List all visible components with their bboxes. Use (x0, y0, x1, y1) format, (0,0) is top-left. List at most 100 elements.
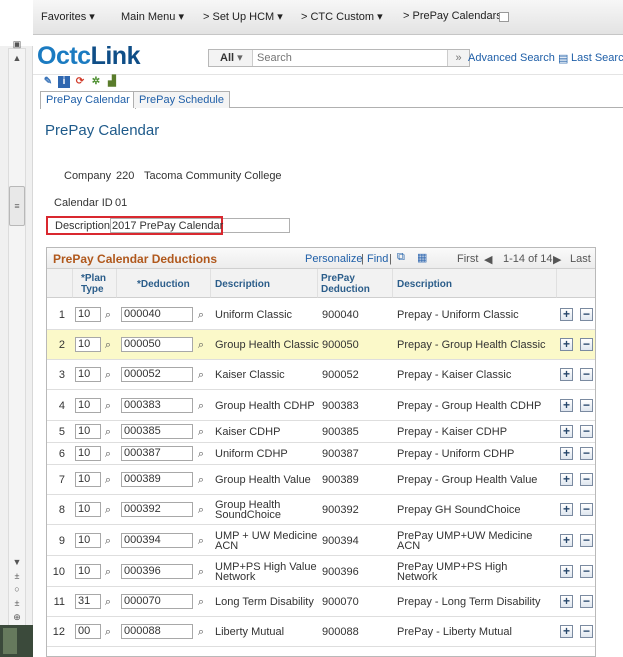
delete-row-button[interactable]: − (580, 473, 593, 486)
add-row-button[interactable]: + (560, 399, 573, 412)
lookup-icon[interactable]: ⌕ (102, 369, 114, 381)
add-row-button[interactable]: + (560, 565, 573, 578)
advanced-search-link[interactable]: Advanced Search (468, 52, 555, 64)
delete-row-button[interactable]: − (580, 425, 593, 438)
vertical-scrollbar[interactable] (8, 48, 26, 638)
lookup-icon[interactable]: ⌕ (195, 339, 207, 351)
deduction-input[interactable]: 000040 (121, 307, 193, 322)
breadcrumb-prepay-calendars[interactable]: > PrePay Calendars (403, 10, 502, 22)
add-row-button[interactable]: + (560, 503, 573, 516)
delete-row-button[interactable]: − (580, 447, 593, 460)
lookup-icon[interactable]: ⌕ (195, 535, 207, 547)
deduction-input[interactable]: 000396 (121, 564, 193, 579)
zoom-in-icon[interactable]: ⊕ (11, 611, 23, 623)
breadcrumb-ctc-custom[interactable]: > CTC Custom ▾ (301, 10, 383, 23)
deduction-input[interactable]: 000387 (121, 446, 193, 461)
deduction-input[interactable]: 000070 (121, 594, 193, 609)
deduction-input[interactable]: 000394 (121, 533, 193, 548)
nav-up-icon[interactable]: ± (11, 570, 23, 582)
plan-type-input[interactable]: 10 (75, 398, 101, 413)
lookup-icon[interactable]: ⌕ (102, 596, 114, 608)
delete-row-button[interactable]: − (580, 308, 593, 321)
lookup-icon[interactable]: ⌕ (102, 339, 114, 351)
lookup-icon[interactable]: ⌕ (195, 400, 207, 412)
lookup-icon[interactable]: ⌕ (195, 626, 207, 638)
lookup-icon[interactable]: ⌕ (102, 626, 114, 638)
deduction-input[interactable]: 000383 (121, 398, 193, 413)
last-search-icon[interactable]: ▤ (558, 52, 568, 65)
tab-prepay-calendar[interactable]: PrePay Calendar (40, 91, 136, 109)
delete-row-button[interactable]: − (580, 534, 593, 547)
add-row-button[interactable]: + (560, 425, 573, 438)
delete-row-button[interactable]: − (580, 399, 593, 412)
plan-type-input[interactable]: 10 (75, 424, 101, 439)
favorites-menu[interactable]: Favorites ▾ (41, 10, 95, 23)
download-icon[interactable]: ▦ (417, 251, 427, 264)
lookup-icon[interactable]: ⌕ (102, 426, 114, 438)
lookup-icon[interactable]: ⌕ (195, 566, 207, 578)
plan-type-input[interactable]: 10 (75, 472, 101, 487)
pencil-icon[interactable]: ✎ (42, 76, 54, 88)
breadcrumb-setup-hcm[interactable]: > Set Up HCM ▾ (203, 10, 283, 23)
plan-type-input[interactable]: 31 (75, 594, 101, 609)
personalize-link[interactable]: Personalize (305, 253, 362, 265)
add-row-button[interactable]: + (560, 534, 573, 547)
tab-prepay-schedule[interactable]: PrePay Schedule (133, 91, 230, 108)
lookup-icon[interactable]: ⌕ (102, 566, 114, 578)
plan-type-input[interactable]: 10 (75, 446, 101, 461)
gear-icon[interactable]: ✲ (90, 76, 102, 88)
lookup-icon[interactable]: ⌕ (102, 504, 114, 516)
lookup-icon[interactable]: ⌕ (102, 474, 114, 486)
delete-row-button[interactable]: − (580, 368, 593, 381)
first-link[interactable]: First (457, 253, 478, 265)
add-row-button[interactable]: + (560, 368, 573, 381)
info-icon[interactable]: i (58, 76, 70, 88)
lookup-icon[interactable]: ⌕ (102, 309, 114, 321)
plan-type-input[interactable]: 10 (75, 337, 101, 352)
main-menu[interactable]: Main Menu ▾ (121, 10, 184, 23)
next-icon[interactable]: ▶ (553, 253, 561, 266)
deduction-input[interactable]: 000392 (121, 502, 193, 517)
deduction-input[interactable]: 000385 (121, 424, 193, 439)
lookup-icon[interactable]: ⌕ (195, 448, 207, 460)
search-input[interactable] (255, 50, 445, 66)
nav-dot-icon[interactable]: ○ (11, 583, 23, 595)
add-row-button[interactable]: + (560, 473, 573, 486)
add-row-button[interactable]: + (560, 308, 573, 321)
find-link[interactable]: Find (367, 253, 388, 265)
scroll-up-icon[interactable]: ▲ (11, 52, 23, 64)
add-row-button[interactable]: + (560, 595, 573, 608)
lookup-icon[interactable]: ⌕ (102, 535, 114, 547)
delete-row-button[interactable]: − (580, 338, 593, 351)
scroll-down-icon[interactable]: ▼ (11, 556, 23, 568)
delete-row-button[interactable]: − (580, 565, 593, 578)
nav-down-icon[interactable]: ± (11, 597, 23, 609)
add-row-button[interactable]: + (560, 625, 573, 638)
plan-type-input[interactable]: 10 (75, 533, 101, 548)
page-edit-icon[interactable] (499, 12, 509, 22)
plan-type-input[interactable]: 10 (75, 307, 101, 322)
plan-type-input[interactable]: 10 (75, 502, 101, 517)
add-row-button[interactable]: + (560, 338, 573, 351)
plan-type-input[interactable]: 10 (75, 367, 101, 382)
lookup-icon[interactable]: ⌕ (195, 504, 207, 516)
lookup-icon[interactable]: ⌕ (195, 474, 207, 486)
description-value[interactable]: 2017 PrePay Calendar (112, 220, 223, 232)
scroll-thumb[interactable]: ≡ (9, 186, 25, 226)
deduction-input[interactable]: 000052 (121, 367, 193, 382)
view-all-icon[interactable]: ⧉ (397, 251, 405, 264)
prev-icon[interactable]: ◀ (484, 253, 492, 266)
delete-row-button[interactable]: − (580, 595, 593, 608)
delete-row-button[interactable]: − (580, 625, 593, 638)
deduction-input[interactable]: 000389 (121, 472, 193, 487)
lookup-icon[interactable]: ⌕ (102, 448, 114, 460)
delete-row-button[interactable]: − (580, 503, 593, 516)
lookup-icon[interactable]: ⌕ (195, 426, 207, 438)
search-category-select[interactable]: All ▾ (209, 50, 253, 66)
chart-icon[interactable]: ▟ (106, 76, 118, 88)
last-link[interactable]: Last (570, 253, 591, 265)
search-go-button[interactable]: » (447, 50, 469, 66)
plan-type-input[interactable]: 00 (75, 624, 101, 639)
lookup-icon[interactable]: ⌕ (102, 400, 114, 412)
deduction-input[interactable]: 000050 (121, 337, 193, 352)
